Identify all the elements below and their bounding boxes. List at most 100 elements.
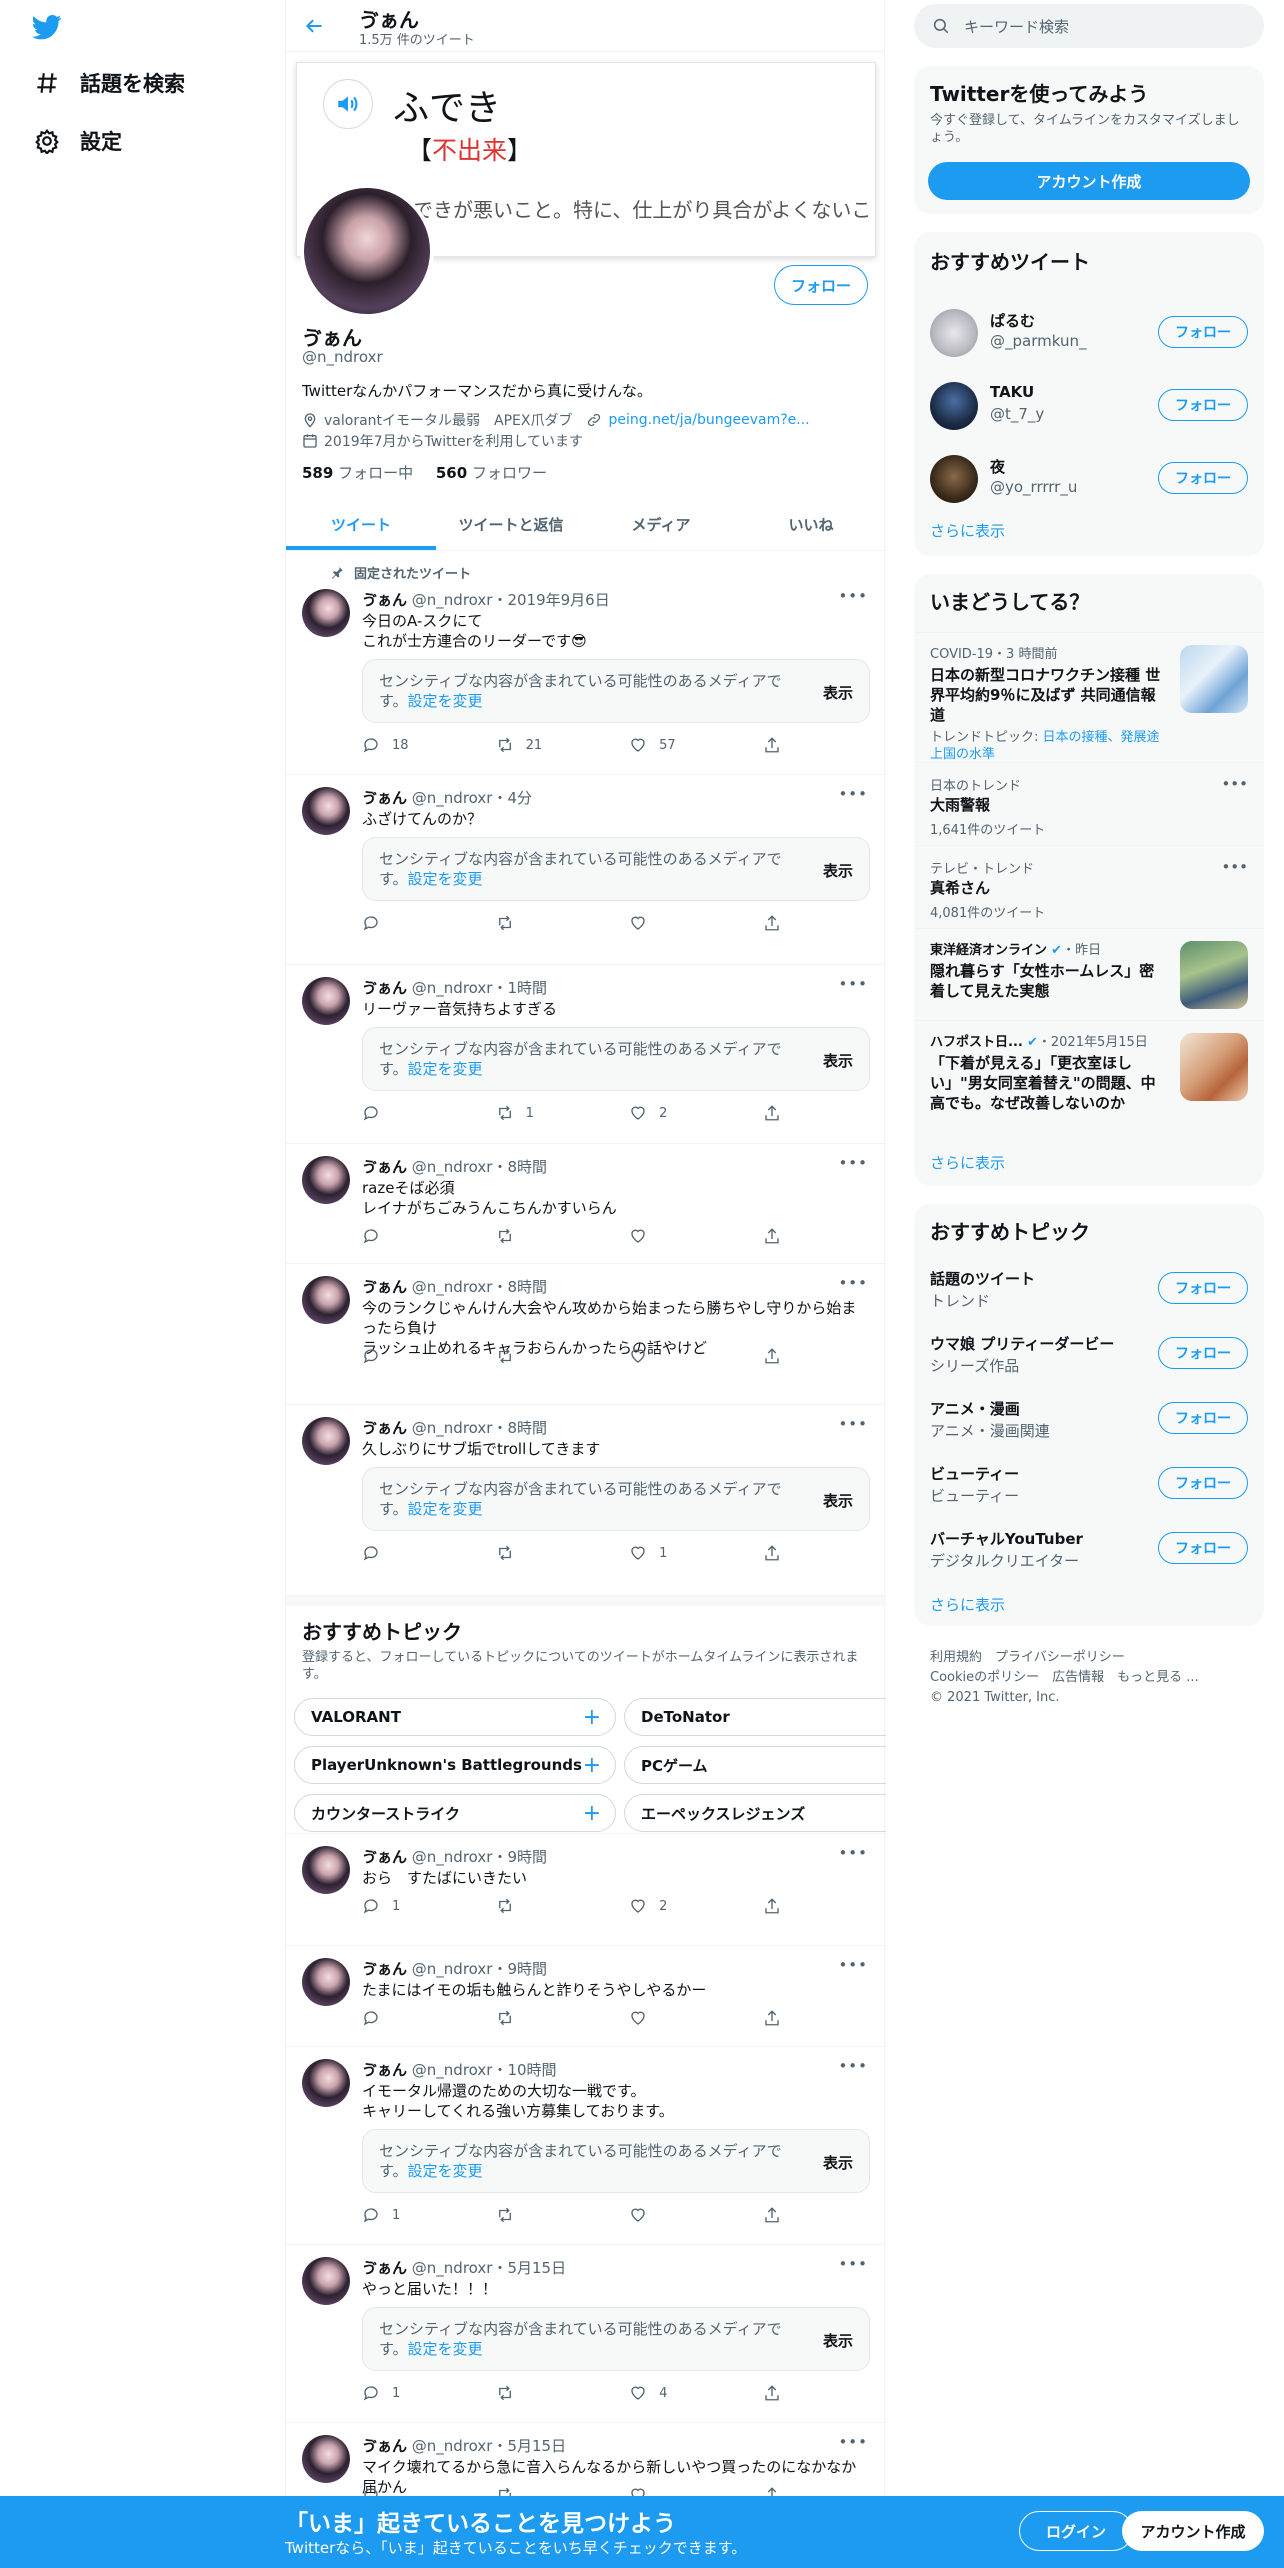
tweet-avatar[interactable] xyxy=(302,977,350,1025)
trend-item[interactable]: テレビ・トレンド 真希さん 4,081件のツイート ••• xyxy=(914,845,1264,928)
more-icon[interactable]: ••• xyxy=(838,1844,868,1862)
retweet-button[interactable] xyxy=(496,1346,630,1366)
share-button[interactable] xyxy=(763,1226,802,1246)
reply-button[interactable]: 18 xyxy=(362,735,496,755)
tweet-time[interactable]: 1時間 xyxy=(507,979,547,997)
more-icon[interactable]: ••• xyxy=(838,785,868,803)
reply-button[interactable] xyxy=(362,1103,496,1123)
share-button[interactable] xyxy=(763,2008,802,2028)
like-button[interactable] xyxy=(629,1346,763,1366)
tweet-avatar[interactable] xyxy=(302,2059,350,2107)
change-settings-link[interactable]: 設定を変更 xyxy=(408,692,483,710)
show-media-button[interactable]: 表示 xyxy=(823,682,853,703)
tweet-avatar[interactable] xyxy=(302,787,350,835)
tweet-time[interactable]: 4分 xyxy=(507,789,532,807)
create-account-button[interactable]: アカウント作成 xyxy=(928,162,1250,200)
avatar[interactable] xyxy=(930,382,978,430)
tweet[interactable]: ゔぁん @n_ndroxr・1時間 ••• リーヴァー音気持ちよすぎる センシティブな… xyxy=(286,965,886,1144)
trend-item[interactable]: COVID-19・3 時間前 日本の新型コロナワクチン接種 世界平均約9％に及ば… xyxy=(914,632,1264,762)
tab-likes[interactable]: いいね xyxy=(736,498,886,550)
follow-button[interactable]: フォロー xyxy=(1158,389,1248,421)
tweet-avatar[interactable] xyxy=(302,1276,350,1324)
retweet-button[interactable] xyxy=(496,913,630,933)
follow-button[interactable]: フォロー xyxy=(773,265,868,305)
topic-chip-pc-game[interactable]: PCゲーム xyxy=(624,1746,886,1784)
tab-media[interactable]: メディア xyxy=(586,498,736,550)
like-button[interactable] xyxy=(629,913,763,933)
plus-icon[interactable]: + xyxy=(583,1753,601,1778)
tweet-author-name[interactable]: ゔぁん xyxy=(362,1419,407,1437)
tweet[interactable]: ゔぁん @n_ndroxr・5月15日 ••• やっと届いた！！！ センシティブな内容… xyxy=(286,2245,886,2423)
tweet[interactable]: ゔぁん @n_ndroxr・9時間 ••• おら すたばにいきたい 1 2 xyxy=(286,1834,886,1946)
footer-terms-link[interactable]: 利用規約 xyxy=(930,1650,982,1665)
follow-button[interactable]: フォロー xyxy=(1158,316,1248,348)
recommended-user[interactable]: TAKU @t_7_y フォロー xyxy=(914,371,1264,441)
more-icon[interactable]: ••• xyxy=(838,1274,868,1292)
tweet-time[interactable]: 8時間 xyxy=(507,1158,547,1176)
profile-link[interactable]: peing.net/ja/bungeevam?e... xyxy=(608,412,809,428)
tweet-author-name[interactable]: ゔぁん xyxy=(362,979,407,997)
tweet-avatar[interactable] xyxy=(302,1846,350,1894)
reply-button[interactable] xyxy=(362,913,496,933)
tweet-avatar[interactable] xyxy=(302,1417,350,1465)
reply-button[interactable]: 1 xyxy=(362,2205,496,2225)
tweet-author-name[interactable]: ゔぁん xyxy=(362,2437,407,2455)
share-button[interactable] xyxy=(763,913,802,933)
tweet-author-name[interactable]: ゔぁん xyxy=(362,1960,407,1978)
topic-chip-detonator[interactable]: DeToNator xyxy=(624,1698,886,1736)
reply-button[interactable] xyxy=(362,2008,496,2028)
follow-button[interactable]: フォロー xyxy=(1158,462,1248,494)
change-settings-link[interactable]: 設定を変更 xyxy=(408,1060,483,1078)
recommended-more-link[interactable]: さらに表示 xyxy=(930,520,1005,541)
nav-explore[interactable]: 話題を検索 xyxy=(34,68,185,98)
trend-item[interactable]: 日本のトレンド 大雨警報 1,641件のツイート ••• xyxy=(914,762,1264,845)
like-button[interactable] xyxy=(629,2205,763,2225)
more-icon[interactable]: ••• xyxy=(838,1154,868,1172)
tab-tweets-replies[interactable]: ツイートと返信 xyxy=(436,498,586,550)
more-icon[interactable]: ••• xyxy=(838,2057,868,2075)
like-button[interactable]: 4 xyxy=(629,2383,763,2403)
tweet-time[interactable]: 2019年9月6日 xyxy=(507,591,609,609)
topic-item[interactable]: ウマ娘 プリティーダービー シリーズ作品 フォロー xyxy=(914,1321,1264,1385)
plus-icon[interactable]: + xyxy=(583,1705,601,1730)
topic-item[interactable]: バーチャルYouTuber デジタルクリエイター フォロー xyxy=(914,1516,1264,1580)
share-button[interactable] xyxy=(763,2383,802,2403)
like-button[interactable] xyxy=(629,2008,763,2028)
topic-chip-counter-strike[interactable]: カウンターストライク + xyxy=(294,1794,616,1832)
more-icon[interactable]: ••• xyxy=(838,2433,868,2451)
tweet-author-name[interactable]: ゔぁん xyxy=(362,591,407,609)
show-media-button[interactable]: 表示 xyxy=(823,1050,853,1071)
retweet-button[interactable] xyxy=(496,1226,630,1246)
tweet-author-name[interactable]: ゔぁん xyxy=(362,1158,407,1176)
twitter-logo-icon[interactable] xyxy=(30,12,66,44)
followers-stat[interactable]: 560 フォロワー xyxy=(436,464,547,482)
topic-chip-pubg[interactable]: PlayerUnknown's Battlegrounds + xyxy=(294,1746,616,1784)
like-button[interactable]: 57 xyxy=(629,735,763,755)
trends-more-link[interactable]: さらに表示 xyxy=(930,1152,1005,1173)
more-icon[interactable]: ••• xyxy=(838,1956,868,1974)
reply-button[interactable] xyxy=(362,1226,496,1246)
tweet[interactable]: ゔぁん @n_ndroxr・8時間 ••• 今のランクじゃんけん大会やん攻めから始ま… xyxy=(286,1264,886,1405)
share-button[interactable] xyxy=(763,735,802,755)
search-input[interactable]: キーワード検索 xyxy=(914,4,1264,48)
avatar[interactable] xyxy=(930,455,978,503)
change-settings-link[interactable]: 設定を変更 xyxy=(408,2162,483,2180)
footer-ads-link[interactable]: 広告情報 xyxy=(1052,1670,1104,1685)
signup-button[interactable]: アカウント作成 xyxy=(1122,2511,1264,2551)
like-button[interactable]: 2 xyxy=(629,1896,763,1916)
more-icon[interactable]: ••• xyxy=(838,2255,868,2273)
topic-item[interactable]: 話題のツイート トレンド フォロー xyxy=(914,1256,1264,1320)
like-button[interactable] xyxy=(629,1226,763,1246)
topics-more-link[interactable]: さらに表示 xyxy=(930,1594,1005,1615)
tweet[interactable]: ゔぁん @n_ndroxr・9時間 ••• たまにはイモの垢も触らんと詐りそうやしや… xyxy=(286,1946,886,2047)
nav-settings[interactable]: 設定 xyxy=(34,126,122,156)
tweet-time[interactable]: 10時間 xyxy=(507,2061,556,2079)
following-stat[interactable]: 589 フォロー中 xyxy=(302,464,413,482)
more-icon[interactable]: ••• xyxy=(838,975,868,993)
trend-item[interactable]: ハフポスト日... ✔・2021年5月15日 「下着が見える」「更衣室ほしい」"… xyxy=(914,1020,1264,1132)
share-button[interactable] xyxy=(763,1346,802,1366)
tweet-author-name[interactable]: ゔぁん xyxy=(362,789,407,807)
share-button[interactable] xyxy=(763,1543,802,1563)
tweet-time[interactable]: 9時間 xyxy=(507,1848,547,1866)
like-button[interactable]: 1 xyxy=(629,1543,763,1563)
